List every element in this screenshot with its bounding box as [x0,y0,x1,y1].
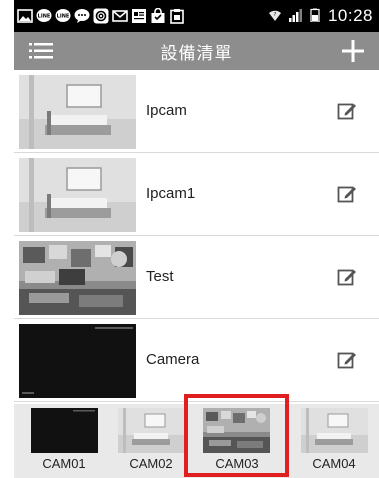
device-thumbnail [19,324,136,398]
device-name: Camera [146,351,200,368]
clipboard-icon [169,8,185,24]
camera-thumbnail [301,408,368,453]
page-title: 設備清單 [160,43,233,64]
mail-icon [112,8,128,24]
battery-icon [308,7,322,26]
camera-item[interactable]: CAM01 [21,404,107,478]
camera-item[interactable]: CAM02 [108,404,194,478]
camera-thumbnail [31,408,98,453]
camera-thumbnail [203,408,270,453]
add-device-button[interactable] [339,37,367,65]
camera-item-selected[interactable]: CAM03 [184,394,289,478]
edit-device-button[interactable] [337,184,357,204]
camera-label: CAM02 [129,456,173,471]
chat-icon [74,8,90,24]
device-item[interactable]: Test [14,236,379,319]
camera-thumbnail [118,408,185,453]
device-name: Test [146,268,174,285]
camera-strip: CAM01 CAM02 CAM03 CAM04 [14,394,379,478]
device-item[interactable]: Ipcam1 [14,153,379,236]
device-name: Ipcam [146,102,187,119]
clock: 10:28 [327,6,373,25]
svg-text:?: ? [274,12,277,18]
menu-button[interactable] [28,40,54,62]
bag-icon [150,8,166,24]
edit-device-button[interactable] [337,101,357,121]
menu-icon [29,43,53,59]
edit-device-button[interactable] [337,267,357,287]
device-thumbnail [19,241,136,315]
wifi-icon: ? [268,7,282,26]
news-icon [131,8,147,24]
system-icons: ? 10:28 [268,6,379,26]
camera-label: CAM01 [42,456,86,471]
notification-icons: LINE LINE [14,8,185,24]
device-thumbnail [19,158,136,232]
edit-icon [337,352,356,369]
edit-icon [337,269,356,286]
edit-icon [337,186,356,203]
svg-text:LINE: LINE [38,14,51,20]
svg-text:LINE: LINE [57,14,70,20]
camera-label: CAM04 [312,456,356,471]
camera-label: CAM03 [215,456,259,471]
plus-icon [342,40,364,62]
device-thumbnail [19,75,136,149]
line-icon: LINE [36,8,52,24]
status-bar: LINE LINE ? 10:28 [14,0,379,32]
edit-icon [337,103,356,120]
device-list: Ipcam Ipcam1 Test Camera [14,70,379,404]
device-item[interactable]: Camera [14,319,379,402]
at-icon [93,8,109,24]
gallery-icon [17,8,33,24]
device-item[interactable]: Ipcam [14,70,379,153]
signal-icon [288,7,302,26]
edit-device-button[interactable] [337,350,357,370]
device-name: Ipcam1 [146,185,196,202]
line-icon: LINE [55,8,71,24]
camera-item[interactable]: CAM04 [291,404,377,478]
title-bar: 設備清單 [14,32,379,70]
app-screen: LINE LINE ? 10:28 設備清單 Ipcam Ipcam1 Test… [0,0,379,478]
